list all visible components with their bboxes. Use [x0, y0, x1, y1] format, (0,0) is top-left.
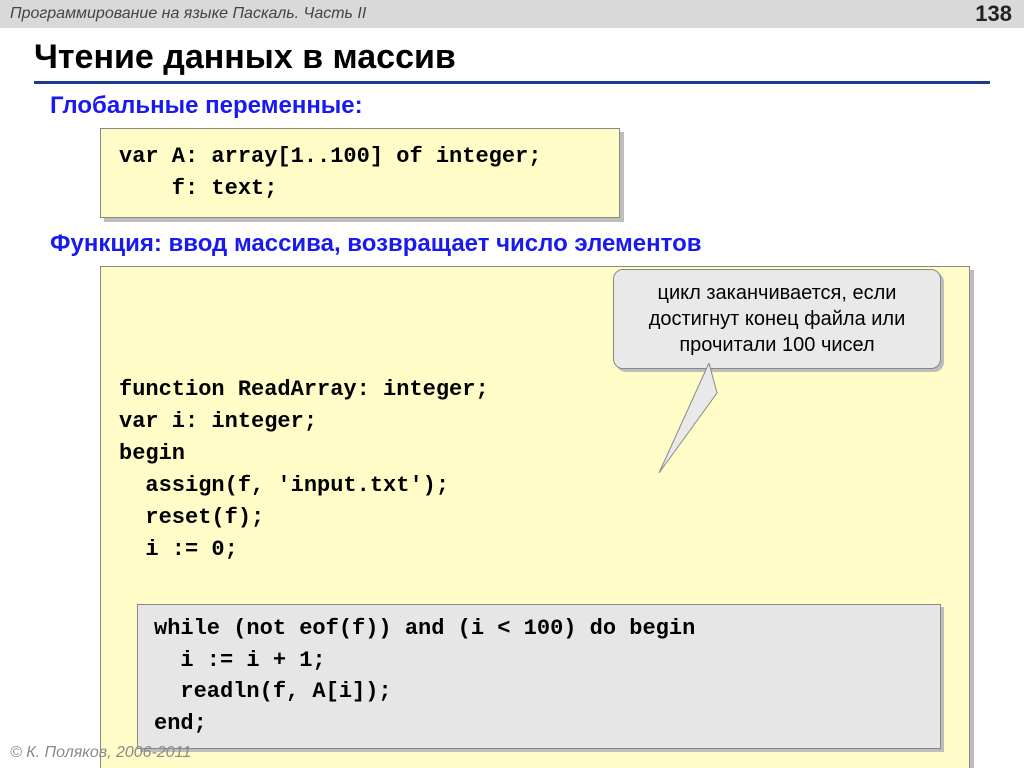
code-box-function: цикл заканчивается, если достигнут конец…: [100, 266, 970, 768]
section-heading-globals: Глобальные переменные:: [50, 92, 1024, 120]
header-bar: Программирование на языке Паскаль. Часть…: [0, 0, 1024, 28]
slide-title: Чтение данных в массив: [34, 38, 1024, 77]
callout-tail-icon: [629, 363, 719, 483]
course-title: Программирование на языке Паскаль. Часть…: [10, 5, 366, 23]
section-heading-function: Функция: ввод массива, возвращает число …: [50, 230, 1024, 258]
code-function-top: function ReadArray: integer; var i: inte…: [119, 377, 489, 561]
footer-copyright: © К. Поляков, 2006-2011: [10, 744, 191, 762]
title-underline: [34, 81, 990, 84]
callout-bubble: цикл заканчивается, если достигнут конец…: [613, 269, 941, 369]
code-inner-loop: while (not eof(f)) and (i < 100) do begi…: [137, 604, 941, 750]
page-number: 138: [975, 1, 1012, 27]
code-box-globals: var A: array[1..100] of integer; f: text…: [100, 128, 620, 218]
